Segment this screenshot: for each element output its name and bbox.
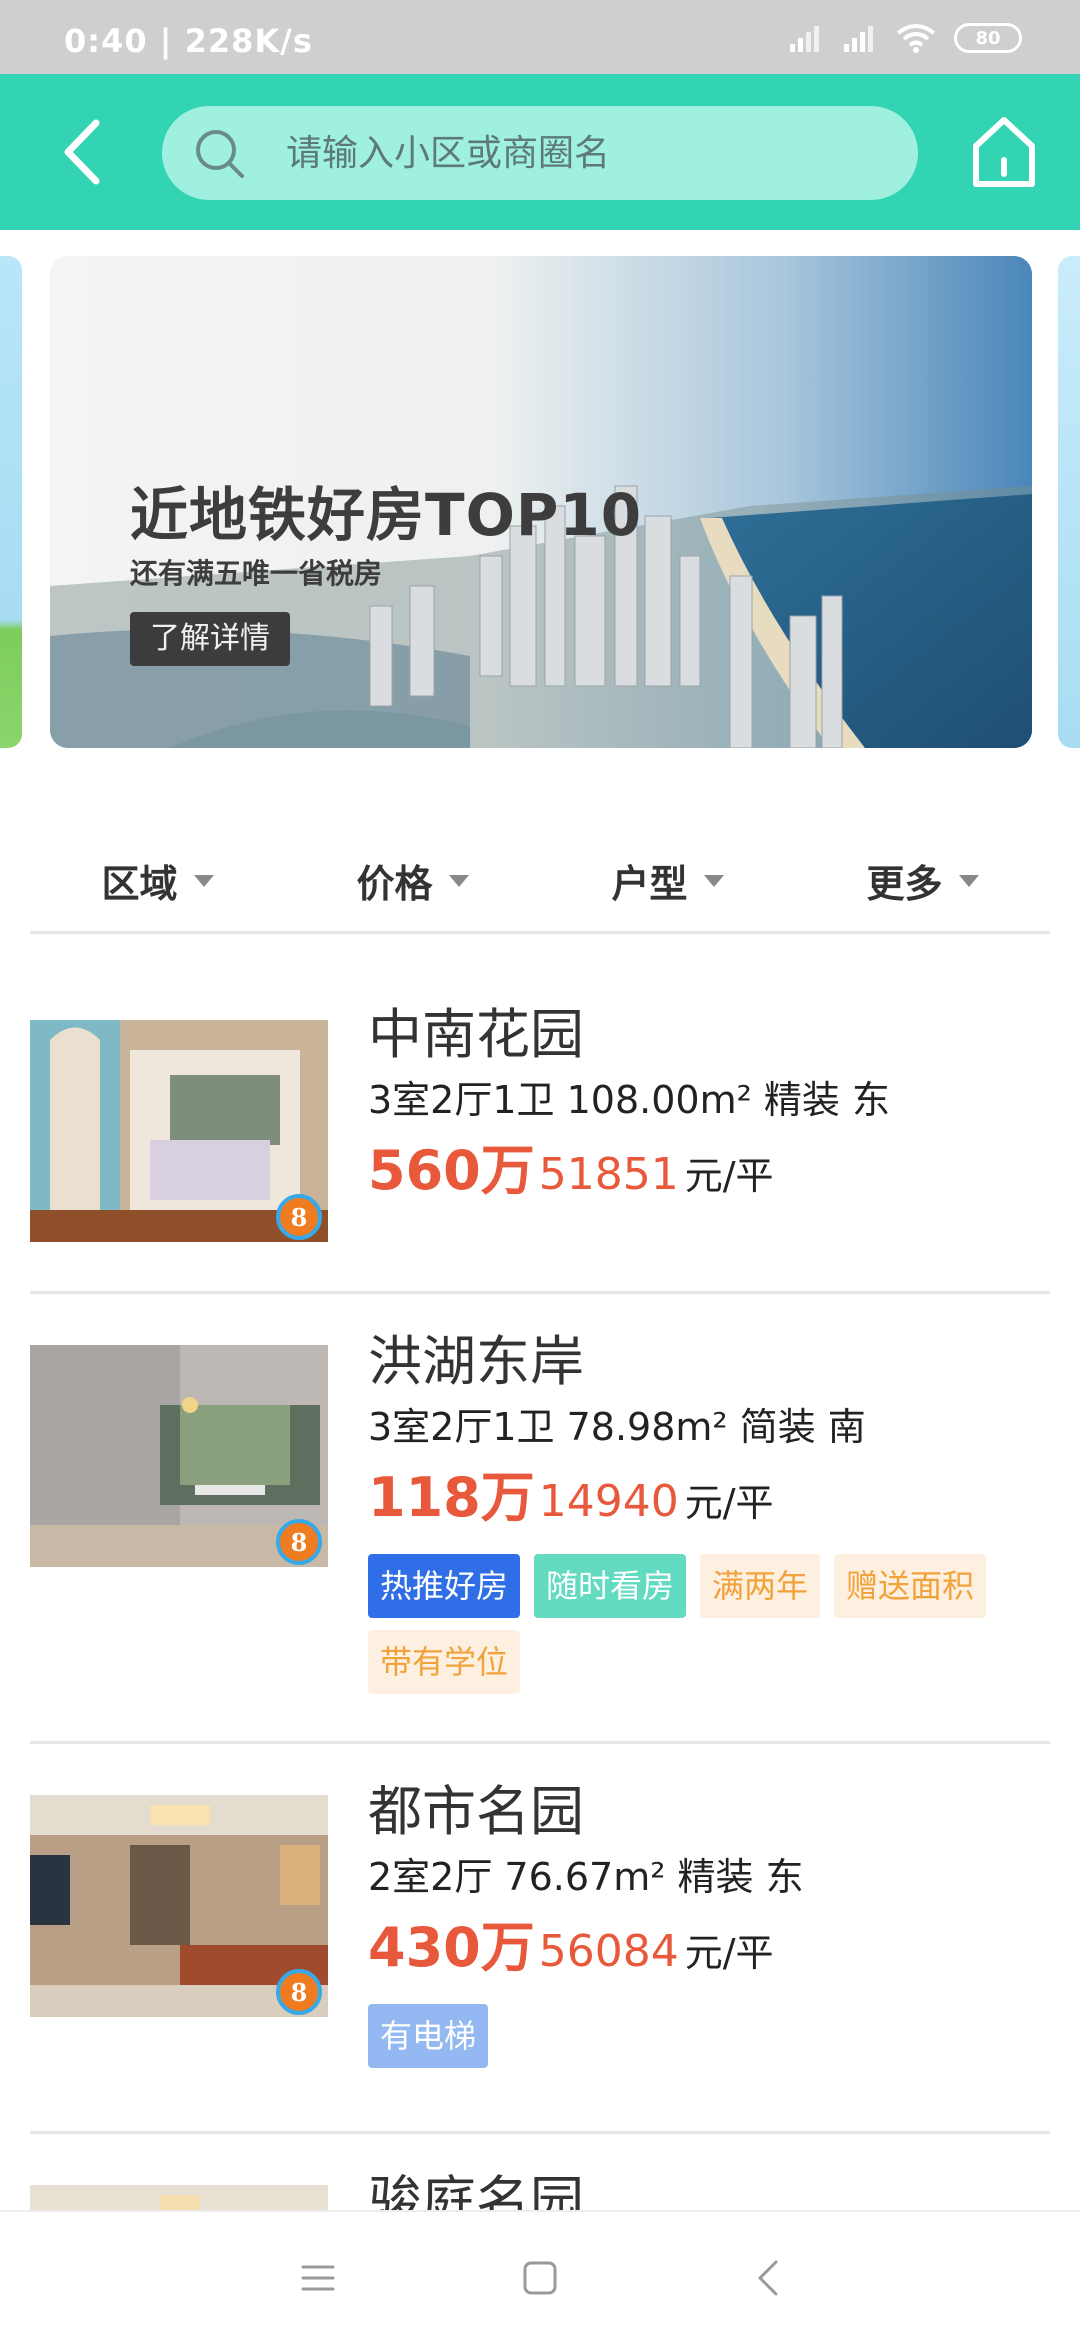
price-total: 430万 bbox=[368, 1916, 535, 1979]
listing-item[interactable]: 8 中南花园 3室2厅1卫 108.00m² 精装 东 560万51851 元/平 bbox=[30, 970, 1050, 1294]
price-unit-label: 元/平 bbox=[684, 1931, 774, 1975]
vr-badge-icon: 8 bbox=[276, 1969, 322, 2015]
nav-home-button[interactable] bbox=[510, 2248, 570, 2308]
menu-icon bbox=[301, 2265, 335, 2291]
caret-down-icon bbox=[958, 874, 979, 887]
tag-bonus-area: 赠送面积 bbox=[834, 1554, 987, 1618]
back-triangle-icon bbox=[758, 2260, 778, 2296]
listing-item[interactable]: 8 都市名园 2室2厅 76.67m² 精装 东 430万56084 元/平 有电… bbox=[30, 1747, 1050, 2134]
banner-peek-next[interactable] bbox=[1058, 256, 1080, 748]
tag-list: 有电梯 bbox=[368, 2004, 1028, 2068]
status-icons: 80 bbox=[788, 22, 1022, 54]
back-arrow-icon bbox=[64, 119, 100, 185]
listing-item[interactable]: 8 洪湖东岸 3室2厅1卫 78.98m² 简装 南 118万14940 元/平 … bbox=[30, 1297, 1050, 1744]
status-time-speed: 0:40 | 228K/s bbox=[64, 22, 313, 60]
filter-label: 更多 bbox=[866, 862, 943, 906]
filter-price[interactable]: 价格 bbox=[285, 830, 540, 931]
search-bar[interactable] bbox=[162, 106, 918, 200]
filter-bar: 区域 价格 户型 更多 bbox=[30, 830, 1050, 934]
signal-icon-2 bbox=[844, 26, 873, 52]
tag-school: 带有学位 bbox=[368, 1630, 521, 1694]
price-total: 560万 bbox=[368, 1139, 535, 1202]
tag-hot: 热推好房 bbox=[368, 1554, 521, 1618]
tag-elevator: 有电梯 bbox=[368, 2004, 489, 2068]
tag-list: 热推好房 随时看房 满两年 赠送面积 带有学位 bbox=[368, 1554, 1028, 1694]
search-input[interactable] bbox=[286, 106, 886, 200]
listing-detail: 2室2厅 76.67m² 精装 东 bbox=[368, 1855, 804, 1899]
tag-two-years: 满两年 bbox=[700, 1554, 821, 1618]
home-icon bbox=[973, 117, 1035, 187]
battery-icon: 80 bbox=[954, 23, 1022, 53]
system-nav-bar bbox=[0, 2210, 1080, 2340]
caret-down-icon bbox=[703, 874, 724, 887]
nav-menu-button[interactable] bbox=[288, 2248, 348, 2308]
price-per-sqm: 56084 bbox=[538, 1926, 679, 1977]
header-bar bbox=[0, 74, 1080, 230]
nav-back-button[interactable] bbox=[738, 2248, 798, 2308]
price-row: 430万56084 元/平 bbox=[368, 1913, 1028, 1996]
listing-thumbnail: 8 bbox=[30, 1345, 328, 1567]
signal-icon bbox=[790, 26, 819, 52]
wifi-icon bbox=[896, 24, 936, 53]
filter-layout[interactable]: 户型 bbox=[540, 830, 795, 931]
listing-thumbnail: 8 bbox=[30, 1020, 328, 1242]
filter-label: 户型 bbox=[611, 862, 688, 906]
listing-info: 中南花园 3室2厅1卫 108.00m² 精装 东 560万51851 元/平 bbox=[368, 1000, 890, 1219]
price-unit-label: 元/平 bbox=[684, 1154, 774, 1198]
price-per-sqm: 14940 bbox=[538, 1476, 679, 1527]
banner-peek-previous[interactable] bbox=[0, 256, 22, 748]
tag-viewing: 随时看房 bbox=[534, 1554, 687, 1618]
listing-name: 洪湖东岸 bbox=[368, 1330, 584, 1393]
banner-details-button[interactable]: 了解详情 bbox=[130, 612, 290, 666]
listing-info: 都市名园 2室2厅 76.67m² 精装 东 430万56084 元/平 有电梯 bbox=[368, 1777, 1028, 2068]
banner-carousel[interactable]: 近地铁好房TOP10 还有满五唯一省税房 了解详情 bbox=[0, 230, 1080, 770]
banner-slide[interactable]: 近地铁好房TOP10 还有满五唯一省税房 了解详情 bbox=[50, 256, 1032, 748]
banner-title: 近地铁好房TOP10 bbox=[130, 481, 643, 549]
status-bar: 0:40 | 228K/s 80 bbox=[0, 0, 1080, 74]
caret-down-icon bbox=[193, 874, 214, 887]
price-per-sqm: 51851 bbox=[538, 1149, 679, 1200]
filter-more[interactable]: 更多 bbox=[795, 830, 1050, 931]
listing-name: 中南花园 bbox=[368, 1003, 584, 1066]
caret-down-icon bbox=[448, 874, 469, 887]
listing-detail: 3室2厅1卫 78.98m² 简装 南 bbox=[368, 1405, 866, 1449]
banner-subtitle: 还有满五唯一省税房 bbox=[130, 557, 383, 590]
listing-name: 都市名园 bbox=[368, 1780, 584, 1843]
back-button[interactable] bbox=[46, 114, 118, 190]
price-row: 560万51851 元/平 bbox=[368, 1136, 890, 1219]
square-icon bbox=[523, 2261, 557, 2295]
search-icon bbox=[196, 130, 244, 178]
filter-area[interactable]: 区域 bbox=[30, 830, 285, 931]
filter-label: 区域 bbox=[101, 862, 178, 906]
price-unit-label: 元/平 bbox=[684, 1481, 774, 1525]
filter-label: 价格 bbox=[356, 862, 433, 906]
listing-thumbnail: 8 bbox=[30, 1795, 328, 2017]
vr-badge-icon: 8 bbox=[276, 1194, 322, 1240]
listing-detail: 3室2厅1卫 108.00m² 精装 东 bbox=[368, 1078, 890, 1122]
price-row: 118万14940 元/平 bbox=[368, 1463, 1028, 1546]
listing-info: 洪湖东岸 3室2厅1卫 78.98m² 简装 南 118万14940 元/平 热推… bbox=[368, 1327, 1028, 1694]
price-total: 118万 bbox=[368, 1466, 535, 1529]
home-button[interactable] bbox=[968, 114, 1040, 190]
vr-badge-icon: 8 bbox=[276, 1519, 322, 1565]
